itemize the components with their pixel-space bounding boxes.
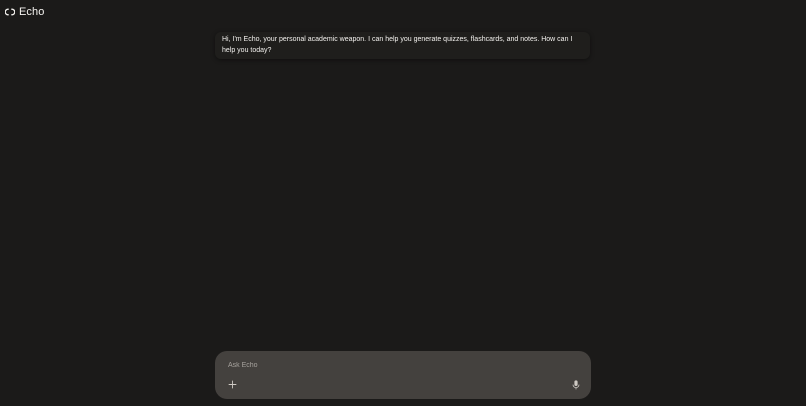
brand-logo[interactable]: Echo (5, 5, 44, 19)
ask-input[interactable] (228, 359, 568, 371)
app-window: Echo Hi, I'm Echo, your personal academi… (0, 0, 806, 406)
assistant-message: Hi, I'm Echo, your personal academic wea… (215, 32, 590, 59)
plus-icon[interactable] (228, 380, 237, 389)
assistant-message-text: Hi, I'm Echo, your personal academic wea… (222, 36, 573, 54)
microphone-icon[interactable] (572, 380, 580, 390)
echo-logo-icon (5, 8, 15, 16)
app-name: Echo (19, 6, 45, 18)
chat-composer (215, 351, 591, 399)
